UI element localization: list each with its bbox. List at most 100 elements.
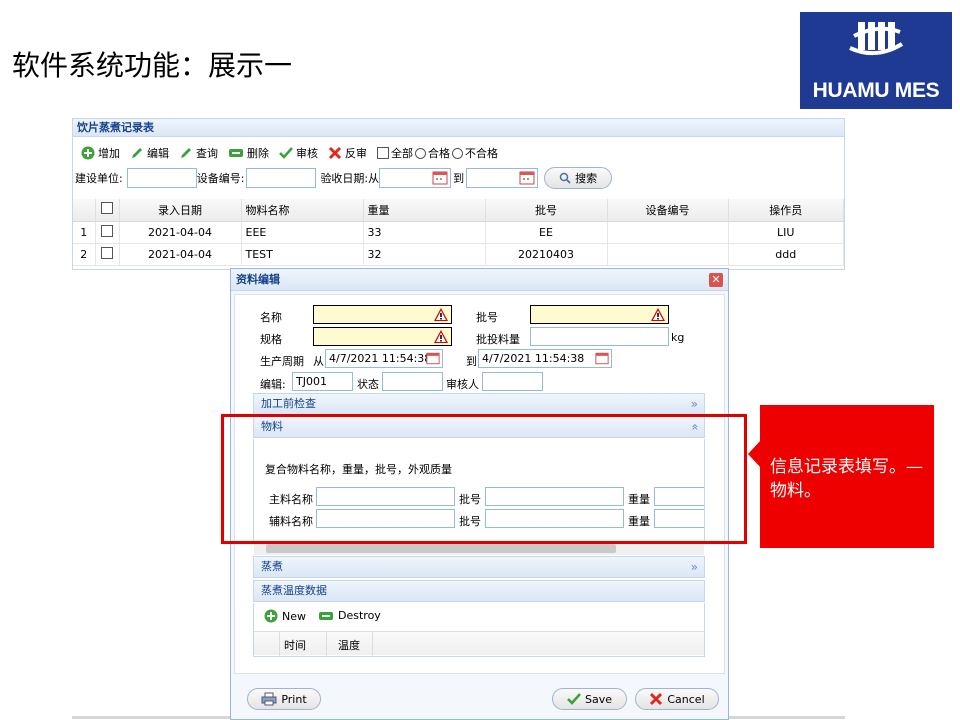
cell-device (607, 243, 729, 266)
expand-icon[interactable]: » (691, 394, 698, 414)
calendar-icon[interactable] (432, 171, 448, 185)
editor-input[interactable]: TJ001 (292, 372, 353, 391)
date-to-input[interactable] (466, 168, 539, 188)
device-input[interactable] (246, 168, 317, 188)
new-temp-button[interactable]: New (264, 609, 306, 623)
period-end-input[interactable]: 4/7/2021 11:54:38 (478, 349, 612, 368)
panel-title: 饮片蒸煮记录表 (73, 119, 844, 137)
cell-material: TEST (241, 243, 364, 266)
cross-icon (328, 146, 342, 160)
period-label: 生产周期 (260, 355, 304, 368)
col-weight[interactable]: 重量 (363, 199, 486, 222)
add-button[interactable]: 增加 (81, 145, 120, 161)
batch-qty-input[interactable] (530, 327, 669, 346)
logo-mark-icon (800, 18, 952, 65)
batch-input[interactable] (530, 305, 669, 324)
cell-weight: 33 (363, 221, 486, 244)
steam-temp-body: New Destroy 时间 温度 (253, 603, 705, 657)
all-checkbox[interactable] (377, 147, 389, 159)
warning-icon (434, 330, 448, 343)
precheck-section-header[interactable]: 加工前检查 » (253, 393, 705, 415)
cancel-button[interactable]: Cancel (635, 688, 719, 710)
col-device[interactable]: 设备编号 (607, 199, 729, 222)
save-button[interactable]: Save (552, 688, 627, 710)
query-button[interactable]: 查询 (179, 145, 218, 161)
col-temp[interactable]: 温度 (338, 637, 360, 653)
name-input[interactable] (313, 305, 452, 324)
new-label: New (282, 609, 306, 623)
spec-input[interactable] (313, 327, 452, 346)
slide-title: 软件系统功能：展示一 (12, 49, 293, 82)
search-label: 搜索 (575, 172, 598, 185)
print-button[interactable]: Print (247, 688, 321, 710)
status-label: 状态 (357, 378, 379, 391)
calendar-icon[interactable] (519, 171, 535, 185)
delete-label: 删除 (247, 147, 269, 160)
date-from-input[interactable] (379, 168, 452, 188)
review-button[interactable]: 审核 (279, 145, 318, 161)
table-row[interactable]: 2 2021-04-04 TEST 32 20210403 ddd (73, 243, 844, 266)
calendar-icon[interactable] (595, 352, 609, 365)
calendar-icon[interactable] (426, 352, 440, 365)
minus-icon (229, 149, 243, 157)
edit-button[interactable]: 编辑 (130, 145, 169, 161)
fail-radio[interactable] (452, 147, 463, 159)
cell-batch: 20210403 (485, 243, 608, 266)
delete-button[interactable]: 删除 (228, 145, 269, 161)
query-label: 查询 (196, 147, 218, 160)
steam-temp-title: 蒸煮温度数据 (261, 584, 327, 597)
steam-temp-section-header[interactable]: 蒸煮温度数据 (253, 580, 705, 602)
filter-pass-option[interactable]: 合格 (415, 145, 450, 161)
table-row[interactable]: 1 2021-04-04 EEE 33 EE LIU (73, 221, 844, 244)
period-start-value: 4/7/2021 11:54:38 (329, 352, 432, 365)
cell-operator: LIU (728, 221, 844, 244)
filter-fail-option[interactable]: 不合格 (452, 145, 498, 161)
period-to-label: 到 (466, 355, 477, 368)
add-icon (81, 146, 95, 160)
pass-label: 合格 (428, 147, 450, 160)
pencil-icon (181, 148, 191, 158)
review-label: 审核 (296, 147, 318, 160)
search-button[interactable]: 搜索 (544, 167, 613, 189)
steam-section-header[interactable]: 蒸煮 » (253, 556, 705, 578)
close-icon[interactable]: ✕ (709, 273, 723, 287)
scrollbar-thumb[interactable] (266, 544, 616, 553)
add-label: 增加 (98, 147, 120, 160)
unreview-button[interactable]: 反审 (328, 145, 367, 161)
unit-input[interactable] (126, 168, 197, 188)
reviewer-input[interactable] (482, 372, 543, 391)
table-header-row: 录入日期 物料名称 重量 批号 设备编号 操作员 (73, 199, 844, 222)
select-all-header[interactable] (95, 199, 120, 222)
row-checkbox[interactable] (101, 246, 113, 259)
col-time[interactable]: 时间 (284, 637, 306, 653)
temp-grid-divider (326, 632, 327, 656)
dialog-title: 资料编辑 ✕ (231, 269, 728, 291)
destroy-temp-button[interactable]: Destroy (318, 609, 381, 622)
col-batch[interactable]: 批号 (485, 199, 608, 222)
select-all-checkbox[interactable] (101, 202, 113, 215)
col-material[interactable]: 物料名称 (241, 199, 364, 222)
expand-icon[interactable]: » (691, 557, 698, 577)
row-select[interactable] (95, 221, 120, 244)
row-number: 1 (73, 221, 96, 244)
filter-all-option[interactable]: 全部 (377, 145, 413, 161)
row-select[interactable] (95, 243, 120, 266)
pass-radio[interactable] (415, 147, 426, 159)
editor-value: TJ001 (296, 375, 327, 388)
company-logo: HUAMU MES (800, 12, 952, 109)
check-icon (279, 147, 293, 159)
material-highlight-box (221, 414, 747, 544)
col-date[interactable]: 录入日期 (119, 199, 242, 222)
pencil-icon (132, 148, 142, 158)
period-start-input[interactable]: 4/7/2021 11:54:38 (325, 349, 443, 368)
row-number-header (73, 199, 96, 222)
kg-unit: kg (671, 331, 685, 344)
temp-grid-rownum-header (254, 632, 280, 656)
print-label: Print (281, 692, 307, 706)
row-checkbox[interactable] (101, 224, 113, 237)
cell-weight: 32 (363, 243, 486, 266)
status-input[interactable] (382, 372, 443, 391)
col-operator[interactable]: 操作员 (728, 199, 844, 222)
cross-icon (650, 692, 663, 706)
add-icon (264, 609, 278, 623)
